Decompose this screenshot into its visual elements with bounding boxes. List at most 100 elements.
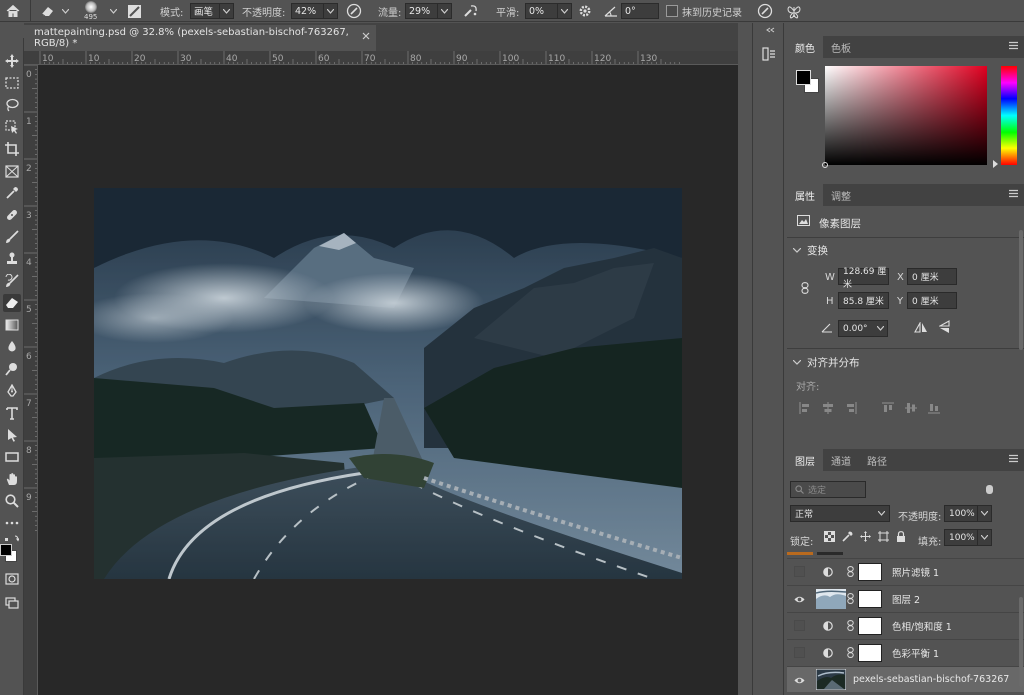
eraser-tool-icon[interactable] [40,0,56,22]
x-input[interactable]: 0 厘米 [907,268,957,285]
brush-chevron-icon[interactable] [110,0,117,22]
type-tool-icon[interactable] [3,404,21,422]
link-dimensions-icon[interactable] [801,282,809,294]
properties-scrollbar[interactable] [1019,230,1023,350]
history-panel-icon[interactable] [760,45,778,63]
lasso-tool-icon[interactable] [3,96,21,114]
airbrush-icon[interactable] [462,0,480,22]
zoom-tool-icon[interactable] [3,492,21,510]
home-icon[interactable] [6,0,20,22]
screen-mode-icon[interactable] [3,594,21,612]
saturation-brightness-field[interactable] [822,66,987,168]
layers-scrollbar[interactable] [1019,597,1023,687]
layer-mask-thumbnail[interactable] [858,562,882,581]
tab-properties[interactable]: 属性 [787,184,823,206]
tab-paths[interactable]: 路径 [859,449,895,471]
visibility-toggle-off[interactable] [794,647,805,658]
layer-row-background-photo[interactable]: pexels-sebastian-bischof-763267 [787,666,1024,692]
layer-opacity-input[interactable]: 100% [944,505,978,522]
eye-icon[interactable] [794,675,805,686]
layer-mask-thumbnail[interactable] [858,643,882,662]
layer-row-hue-saturation[interactable]: 色相/饱和度 1 [787,612,1024,638]
chevron-down-icon[interactable] [874,320,888,337]
dodge-tool-icon[interactable] [3,360,21,378]
clone-stamp-tool-icon[interactable] [3,250,21,268]
lock-image-pixels-icon[interactable] [842,531,853,542]
lock-position-icon[interactable] [860,531,871,542]
brush-settings-icon[interactable] [127,0,142,22]
height-input[interactable]: 85.8 厘米 [838,292,889,309]
hue-slider-handle[interactable] [993,160,998,168]
quick-mask-icon[interactable] [3,570,21,588]
hand-tool-icon[interactable] [3,470,21,488]
y-input[interactable]: 0 厘米 [907,292,957,309]
close-tab-icon[interactable] [362,32,370,40]
eyedropper-tool-icon[interactable] [3,184,21,202]
history-brush-tool-icon[interactable] [3,272,21,290]
tab-swatches[interactable]: 色板 [823,36,859,58]
layer-row-photo-filter[interactable]: 照片滤镜 1 [787,558,1024,584]
align-right-icon[interactable] [845,402,857,414]
object-selection-tool-icon[interactable] [3,118,21,136]
filter-toggle[interactable] [986,485,993,494]
pressure-opacity-icon[interactable] [346,0,362,22]
tool-preset-chevron-icon[interactable] [62,0,69,22]
tab-color[interactable]: 颜色 [787,36,823,58]
layer-mask-thumbnail[interactable] [858,589,882,608]
layer-thumbnail[interactable] [816,669,846,690]
more-tools-icon[interactable] [3,514,21,532]
align-section-header[interactable]: 对齐并分布 [793,355,860,370]
pen-tool-icon[interactable] [3,382,21,400]
lock-all-icon[interactable] [896,531,906,542]
layer-thumbnail[interactable] [816,588,846,609]
chevron-down-icon[interactable] [978,505,992,522]
document-image[interactable] [94,188,682,579]
erase-history-checkbox[interactable] [666,0,678,22]
visibility-toggle-off[interactable] [794,566,805,577]
mask-link-icon[interactable] [847,593,854,604]
document-tab[interactable]: mattepainting.psd @ 32.8% (pexels-sebast… [24,25,376,51]
color-picker-handle[interactable] [822,162,828,168]
path-selection-tool-icon[interactable] [3,426,21,444]
visibility-toggle-off[interactable] [794,620,805,631]
lock-artboard-icon[interactable] [878,531,889,542]
blend-mode-select[interactable]: 正常 [790,505,890,522]
panel-menu-icon[interactable] [1009,189,1018,199]
swap-colors-icon[interactable] [3,534,21,544]
pressure-size-icon[interactable] [757,0,773,22]
tab-channels[interactable]: 通道 [823,449,859,471]
lock-transparent-pixels-icon[interactable] [824,531,835,542]
panel-menu-icon[interactable] [1009,41,1018,51]
align-bottom-icon[interactable] [928,402,940,414]
smoothing-input[interactable]: 0% [525,0,572,22]
opacity-input[interactable]: 42% [291,0,338,22]
marquee-tool-icon[interactable] [3,74,21,92]
flow-input[interactable]: 29% [405,0,452,22]
rectangle-tool-icon[interactable] [3,448,21,466]
layer-row-color-balance[interactable]: 色彩平衡 1 [787,639,1024,665]
align-horizontal-center-icon[interactable] [822,402,834,414]
blur-tool-icon[interactable] [3,338,21,356]
hue-slider[interactable] [1001,66,1017,165]
healing-brush-tool-icon[interactable] [3,206,21,224]
flip-horizontal-icon[interactable] [914,322,928,334]
tab-layers[interactable]: 图层 [787,449,823,471]
align-vertical-center-icon[interactable] [905,402,917,414]
brush-tool-icon[interactable] [3,228,21,246]
smoothing-options-gear-icon[interactable] [578,0,592,22]
brush-angle-input[interactable]: 0° [621,0,659,22]
collapse-panels-icon[interactable] [766,27,775,33]
foreground-color-swatch[interactable] [796,70,811,85]
align-left-icon[interactable] [799,402,811,414]
mask-link-icon[interactable] [847,566,854,577]
eraser-tool-icon[interactable] [3,294,21,312]
symmetry-butterfly-icon[interactable] [786,0,802,22]
layer-filter-select[interactable]: 选定 [790,481,866,498]
move-tool-icon[interactable] [3,52,21,70]
align-top-icon[interactable] [882,402,894,414]
flip-vertical-icon[interactable] [939,320,951,334]
layer-mask-thumbnail[interactable] [858,616,882,635]
canvas-pasteboard[interactable] [38,65,738,695]
brush-preset-picker[interactable]: 495 [84,0,97,22]
layer-row-layer-2[interactable]: 图层 2 [787,585,1024,611]
